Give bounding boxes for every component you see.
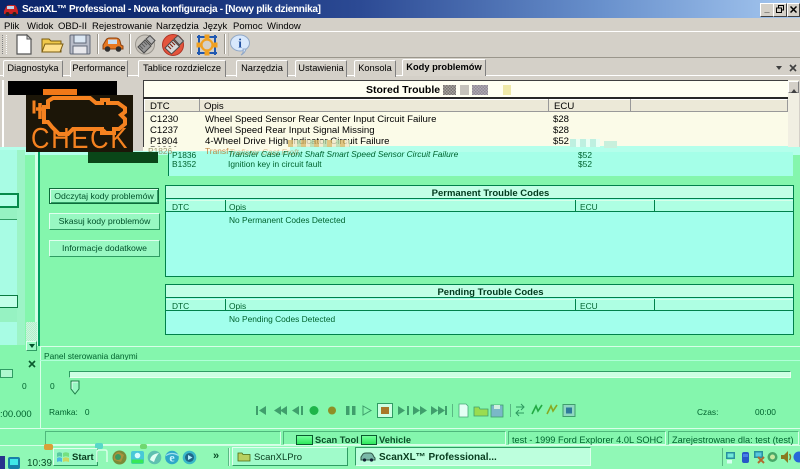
svg-text:i: i <box>238 36 242 51</box>
svg-text:e: e <box>169 451 175 465</box>
